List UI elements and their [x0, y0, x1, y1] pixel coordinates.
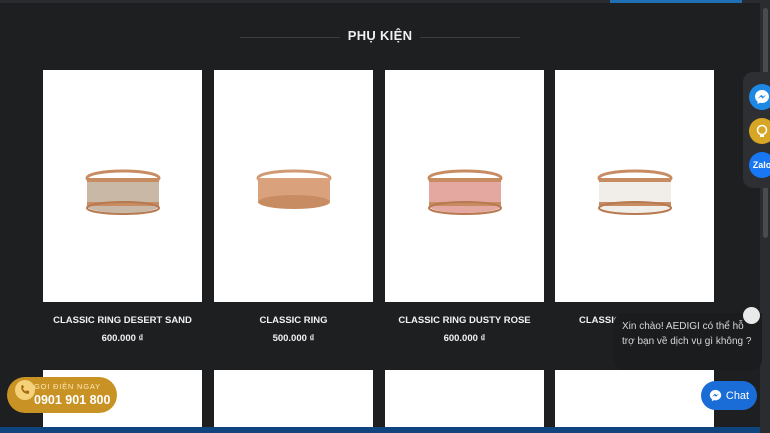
ring-image	[427, 169, 503, 215]
title-divider-right	[420, 37, 520, 38]
product-card-next-row[interactable]	[555, 370, 714, 433]
call-now-button[interactable]: GỌI ĐIỆN NGAY 0901 901 800	[7, 377, 117, 413]
product-card[interactable]: CLASSIC RING DESERT SAND 600.000 ₫	[43, 70, 202, 344]
phone-icon	[15, 380, 35, 400]
section-title: PHỤ KIỆN	[347, 28, 413, 43]
bottom-strip	[0, 427, 760, 433]
scrollbar[interactable]	[760, 0, 770, 433]
lightbulb-icon[interactable]	[749, 118, 770, 144]
product-image[interactable]	[385, 70, 544, 302]
product-name[interactable]: CLASSIC RING DUSTY ROSE	[385, 315, 544, 326]
product-name[interactable]: CLASSIC RING	[214, 315, 373, 326]
ring-image	[256, 169, 332, 209]
top-bar-accent	[610, 0, 742, 3]
chat-button-label: Chat	[725, 389, 750, 402]
messenger-icon	[709, 389, 722, 402]
product-card[interactable]: CLASSIC R	[555, 70, 714, 333]
chat-button[interactable]: Chat	[701, 381, 757, 410]
ring-image	[85, 169, 161, 215]
product-price: 600.000 ₫	[101, 333, 144, 344]
product-image[interactable]	[43, 70, 202, 302]
product-card-next-row[interactable]	[385, 370, 544, 433]
product-card[interactable]: CLASSIC RING DUSTY ROSE 600.000 ₫	[385, 70, 544, 344]
call-label: GỌI ĐIỆN NGAY	[34, 382, 101, 391]
call-phone-number: 0901 901 800	[34, 393, 111, 407]
product-card-next-row[interactable]	[214, 370, 373, 433]
product-image[interactable]	[555, 70, 714, 302]
product-name[interactable]: CLASSIC RING DESERT SAND	[43, 315, 202, 326]
zalo-button[interactable]: Zalo	[749, 152, 770, 178]
chat-close-button[interactable]	[743, 307, 760, 324]
zalo-label: Zalo	[752, 160, 770, 170]
ring-image	[597, 169, 673, 215]
product-price: 600.000 ₫	[443, 333, 486, 344]
product-image[interactable]	[214, 70, 373, 302]
product-price: 500.000 ₫	[272, 333, 315, 344]
chat-greeting-bubble: Xin chào! AEDIGI có thể hỗ trợ bạn về dị…	[614, 313, 762, 370]
messenger-icon[interactable]	[749, 84, 770, 110]
product-card[interactable]: CLASSIC RING 500.000 ₫	[214, 70, 373, 344]
